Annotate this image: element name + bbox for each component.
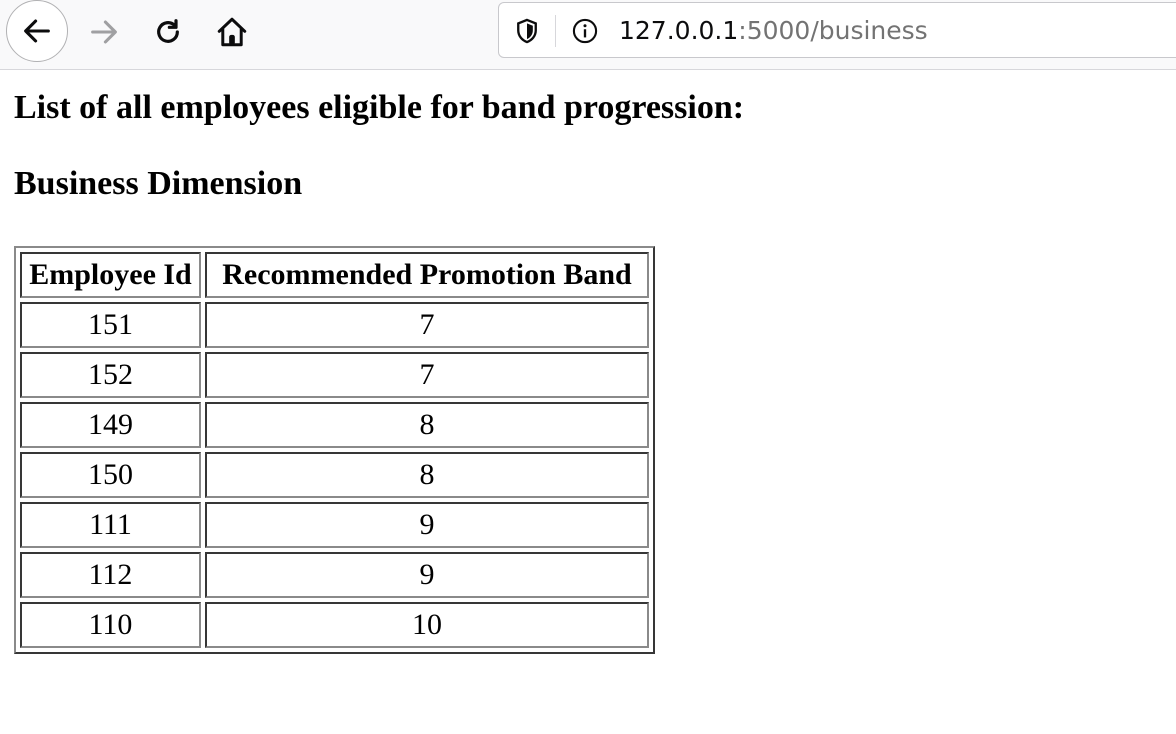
employee-id-cell: 111 — [20, 502, 201, 548]
page-content: List of all employees eligible for band … — [14, 88, 744, 654]
url-host: 127.0.0.1 — [619, 16, 739, 45]
header-promotion-band: Recommended Promotion Band — [205, 252, 649, 298]
promotion-band-cell: 9 — [205, 502, 649, 548]
reload-button[interactable] — [148, 12, 188, 52]
employee-id-cell: 112 — [20, 552, 201, 598]
url-text[interactable]: 127.0.0.1:5000/business — [619, 15, 928, 47]
shield-icon[interactable] — [513, 17, 541, 45]
arrow-left-icon — [24, 19, 50, 43]
employee-id-cell: 151 — [20, 302, 201, 348]
table-row: 151 7 — [20, 302, 649, 348]
table-row: 111 9 — [20, 502, 649, 548]
table-row: 152 7 — [20, 352, 649, 398]
page-title: List of all employees eligible for band … — [14, 89, 745, 126]
url-path: :5000/business — [738, 16, 928, 45]
employee-id-cell: 110 — [20, 602, 201, 648]
table-row: 112 9 — [20, 552, 649, 598]
promotion-band-cell: 9 — [205, 552, 649, 598]
forward-button[interactable] — [84, 12, 124, 52]
arrow-right-icon — [91, 20, 117, 44]
promotion-band-cell: 8 — [205, 402, 649, 448]
promotion-band-cell: 10 — [205, 602, 649, 648]
promotion-band-cell: 7 — [205, 302, 649, 348]
home-icon — [217, 17, 247, 47]
reload-icon — [157, 19, 179, 43]
employee-table: Employee Id Recommended Promotion Band 1… — [14, 246, 655, 654]
promotion-band-cell: 7 — [205, 352, 649, 398]
address-bar-separator — [555, 15, 556, 47]
browser-toolbar: 127.0.0.1:5000/business — [0, 0, 1176, 70]
home-button[interactable] — [212, 12, 252, 52]
table-header-row: Employee Id Recommended Promotion Band — [20, 252, 649, 298]
back-button[interactable] — [6, 0, 68, 62]
table-row: 149 8 — [20, 402, 649, 448]
table-row: 110 10 — [20, 602, 649, 648]
header-employee-id: Employee Id — [20, 252, 201, 298]
employee-id-cell: 152 — [20, 352, 201, 398]
table-row: 150 8 — [20, 452, 649, 498]
address-bar[interactable]: 127.0.0.1:5000/business — [498, 2, 1176, 58]
promotion-band-cell: 8 — [205, 452, 649, 498]
section-title: Business Dimension — [14, 165, 303, 202]
info-icon[interactable] — [571, 17, 599, 45]
employee-id-cell: 150 — [20, 452, 201, 498]
employee-id-cell: 149 — [20, 402, 201, 448]
